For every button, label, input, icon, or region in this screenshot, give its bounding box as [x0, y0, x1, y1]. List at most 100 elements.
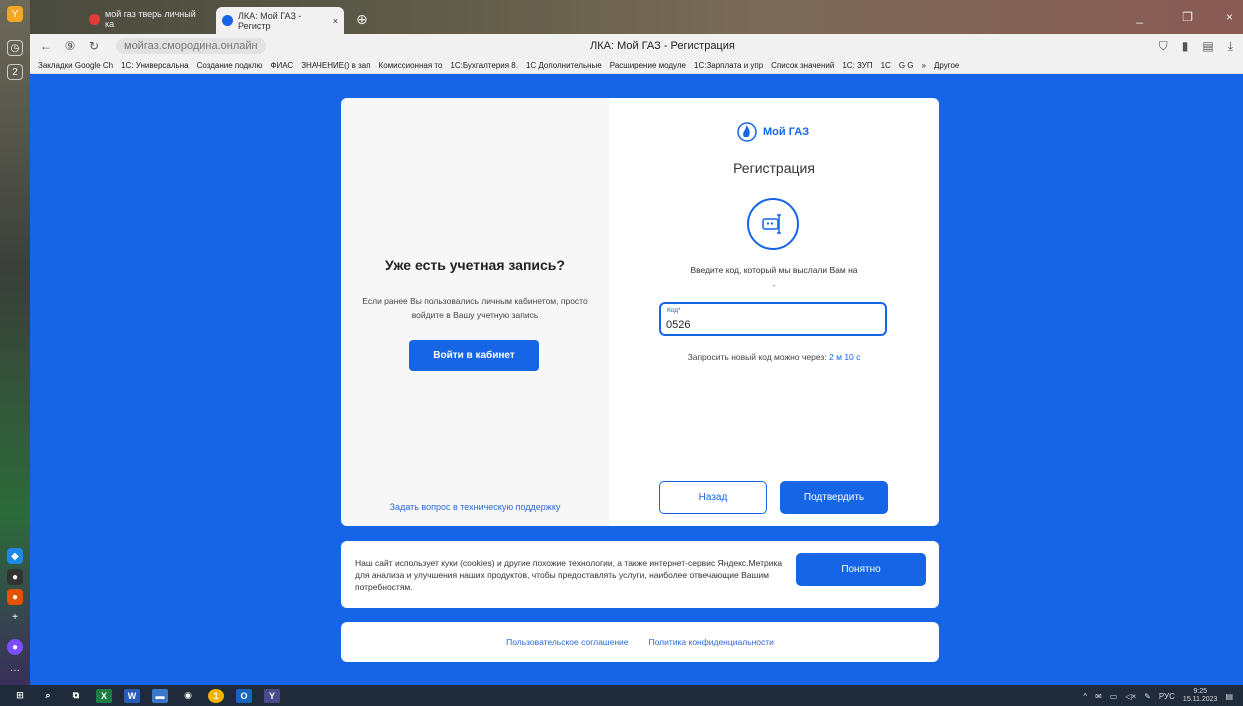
- pen-icon[interactable]: ✎: [1144, 692, 1151, 701]
- network-icon[interactable]: ▭: [1110, 692, 1118, 701]
- bookmark-icon[interactable]: ▮: [1182, 39, 1189, 54]
- auth-card: Уже есть учетная запись? Если ранее Вы п…: [341, 98, 939, 526]
- cookie-banner: Наш сайт использует куки (cookies) и дру…: [341, 541, 939, 608]
- app-icon[interactable]: ◉: [180, 689, 196, 703]
- close-tab-icon[interactable]: ×: [333, 16, 338, 26]
- clock[interactable]: 9:25 15.11.2023: [1183, 688, 1218, 704]
- privacy-link[interactable]: Политика конфиденциальности: [649, 637, 774, 647]
- cookie-accept-button[interactable]: Понятно: [796, 553, 926, 586]
- code-hint: Введите код, который мы выслали Вам на: [690, 265, 858, 275]
- page-title: ЛКА: Мой ГАЗ - Регистрация: [590, 40, 735, 52]
- download-icon[interactable]: ⤓: [1228, 39, 1233, 54]
- outlook-icon[interactable]: O: [236, 688, 252, 703]
- login-description: Если ранее Вы пользовались личным кабине…: [362, 296, 588, 320]
- address-bar-row: ← ⑨ ↻ мойгаз.смородина.онлайн ЛКА: Мой Г…: [30, 34, 1243, 58]
- bookmark-item[interactable]: ФИАС: [270, 61, 293, 70]
- back-button[interactable]: Назад: [659, 481, 767, 514]
- protect-icon[interactable]: ⛉: [1159, 39, 1168, 54]
- code-input[interactable]: [666, 317, 876, 333]
- bookmark-item[interactable]: Закладки Google Ch: [38, 61, 113, 70]
- brand-name: Мой ГАЗ: [763, 126, 810, 138]
- back-arrow-icon[interactable]: ←: [38, 39, 54, 53]
- bookmark-item[interactable]: ЗНАЧЕНИЕ() в зап: [301, 61, 370, 70]
- app-shortcut-icon[interactable]: ●: [7, 589, 23, 605]
- url-field[interactable]: мойгаз.смородина.онлайн: [116, 38, 266, 54]
- bookmark-item[interactable]: 1С: [881, 61, 891, 70]
- tab-search[interactable]: мой газ тверь личный ка: [83, 9, 208, 29]
- masked-phone: -: [772, 281, 776, 290]
- bookmark-item[interactable]: 1С: ЗУП: [842, 61, 872, 70]
- app-rail: Y ◷ 2 ◆ ● ● + ● ···: [0, 0, 30, 685]
- close-icon[interactable]: ×: [1226, 10, 1233, 24]
- explorer-icon[interactable]: ▬: [152, 688, 168, 703]
- 1c-icon[interactable]: 1: [208, 688, 224, 703]
- collections-icon[interactable]: ▤: [1202, 39, 1213, 54]
- task-view-icon[interactable]: ⧉: [68, 689, 84, 703]
- time: 9:25: [1193, 688, 1207, 695]
- more-icon[interactable]: ···: [7, 662, 23, 678]
- bookmark-item[interactable]: 1С: Универсальна: [121, 61, 189, 70]
- reload-icon[interactable]: ↻: [86, 39, 102, 53]
- confirm-button[interactable]: Подтвердить: [780, 481, 888, 514]
- tab-label: ЛКА: Мой ГАЗ - Регистр: [238, 10, 302, 31]
- minimize-icon[interactable]: _: [1136, 10, 1143, 24]
- app-shortcut-icon[interactable]: ◆: [7, 548, 23, 564]
- restore-icon[interactable]: ❐: [1182, 10, 1193, 24]
- alice-icon[interactable]: ●: [7, 639, 23, 655]
- footer: Пользовательское соглашение Политика кон…: [341, 622, 939, 662]
- add-app-icon[interactable]: +: [7, 609, 23, 625]
- bookmark-item[interactable]: Создание подклю: [197, 61, 263, 70]
- bookmark-item[interactable]: Комиссионная то: [379, 61, 443, 70]
- sms-code-icon: [747, 198, 799, 250]
- yandex-icon[interactable]: ⑨: [62, 39, 78, 53]
- mail-icon[interactable]: ✉: [1095, 692, 1102, 701]
- language-indicator[interactable]: РУС: [1159, 692, 1175, 701]
- tab-registration[interactable]: ЛКА: Мой ГАЗ - Регистр ×: [216, 7, 344, 34]
- login-button[interactable]: Войти в кабинет: [409, 340, 539, 371]
- search-icon[interactable]: ⌕: [40, 689, 56, 703]
- history-icon[interactable]: ◷: [7, 40, 23, 56]
- login-panel: Уже есть учетная запись? Если ранее Вы п…: [341, 98, 609, 526]
- app-shortcut-icon[interactable]: ●: [7, 569, 23, 585]
- bookmark-item[interactable]: 1С Дополнительные: [526, 61, 602, 70]
- tab-strip: мой газ тверь личный ка ЛКА: Мой ГАЗ - Р…: [30, 0, 1243, 34]
- bookmark-item[interactable]: 1С:Зарплата и упр: [694, 61, 763, 70]
- flame-logo-icon: [737, 122, 757, 142]
- bookmark-item[interactable]: »: [922, 61, 926, 70]
- mygas-favicon-icon: [222, 15, 233, 26]
- code-field[interactable]: Код*: [659, 302, 887, 336]
- excel-icon[interactable]: X: [96, 688, 112, 703]
- terms-link[interactable]: Пользовательское соглашение: [506, 637, 628, 647]
- registration-panel: Мой ГАЗ Регистрация Введите код, который…: [609, 98, 939, 526]
- resend-timer: 2 м 10 с: [829, 352, 861, 362]
- yandex-browser-icon[interactable]: Y: [264, 688, 280, 703]
- registration-heading: Регистрация: [733, 160, 815, 176]
- taskbar: ⊞ ⌕ ⧉ X W ▬ ◉ 1 O Y ^ ✉ ▭ ◁× ✎ РУС 9:25 …: [0, 685, 1243, 706]
- bookmark-item[interactable]: Расширение модуле: [610, 61, 686, 70]
- tabs-count-icon[interactable]: 2: [7, 64, 23, 80]
- bookmarks-bar: Закладки Google Ch 1С: Универсальна Созд…: [30, 58, 1243, 74]
- notifications-icon[interactable]: ▤: [1225, 692, 1233, 701]
- app-icon[interactable]: Y: [7, 6, 23, 22]
- page-content: Уже есть учетная запись? Если ранее Вы п…: [30, 75, 1243, 685]
- code-label: Код*: [667, 307, 681, 314]
- bookmark-item[interactable]: G G: [899, 61, 914, 70]
- bookmark-item[interactable]: 1С:Бухгалтерия 8.: [450, 61, 518, 70]
- system-tray: ^ ✉ ▭ ◁× ✎ РУС 9:25 15.11.2023 ▤: [1083, 688, 1233, 704]
- brand-logo: Мой ГАЗ: [737, 122, 809, 142]
- date: 15.11.2023: [1182, 696, 1218, 703]
- yandex-favicon-icon: [89, 13, 100, 25]
- login-heading: Уже есть учетная запись?: [385, 257, 565, 273]
- windows-start-icon[interactable]: ⊞: [12, 689, 28, 703]
- support-link[interactable]: Задать вопрос в техническую поддержку: [341, 502, 609, 512]
- new-tab-button[interactable]: ⊕: [350, 9, 374, 29]
- cookie-text: Наш сайт использует куки (cookies) и дру…: [355, 558, 783, 592]
- bookmark-item[interactable]: Список значений: [771, 61, 834, 70]
- word-icon[interactable]: W: [124, 688, 140, 703]
- tab-label: мой газ тверь личный ка: [105, 9, 196, 29]
- resend-info: Запросить новый код можно через: 2 м 10 …: [609, 352, 939, 362]
- chevron-up-icon[interactable]: ^: [1083, 692, 1087, 701]
- resend-text: Запросить новый код можно через:: [687, 352, 827, 362]
- volume-icon[interactable]: ◁×: [1125, 692, 1136, 701]
- bookmark-item[interactable]: Другое: [934, 61, 959, 70]
